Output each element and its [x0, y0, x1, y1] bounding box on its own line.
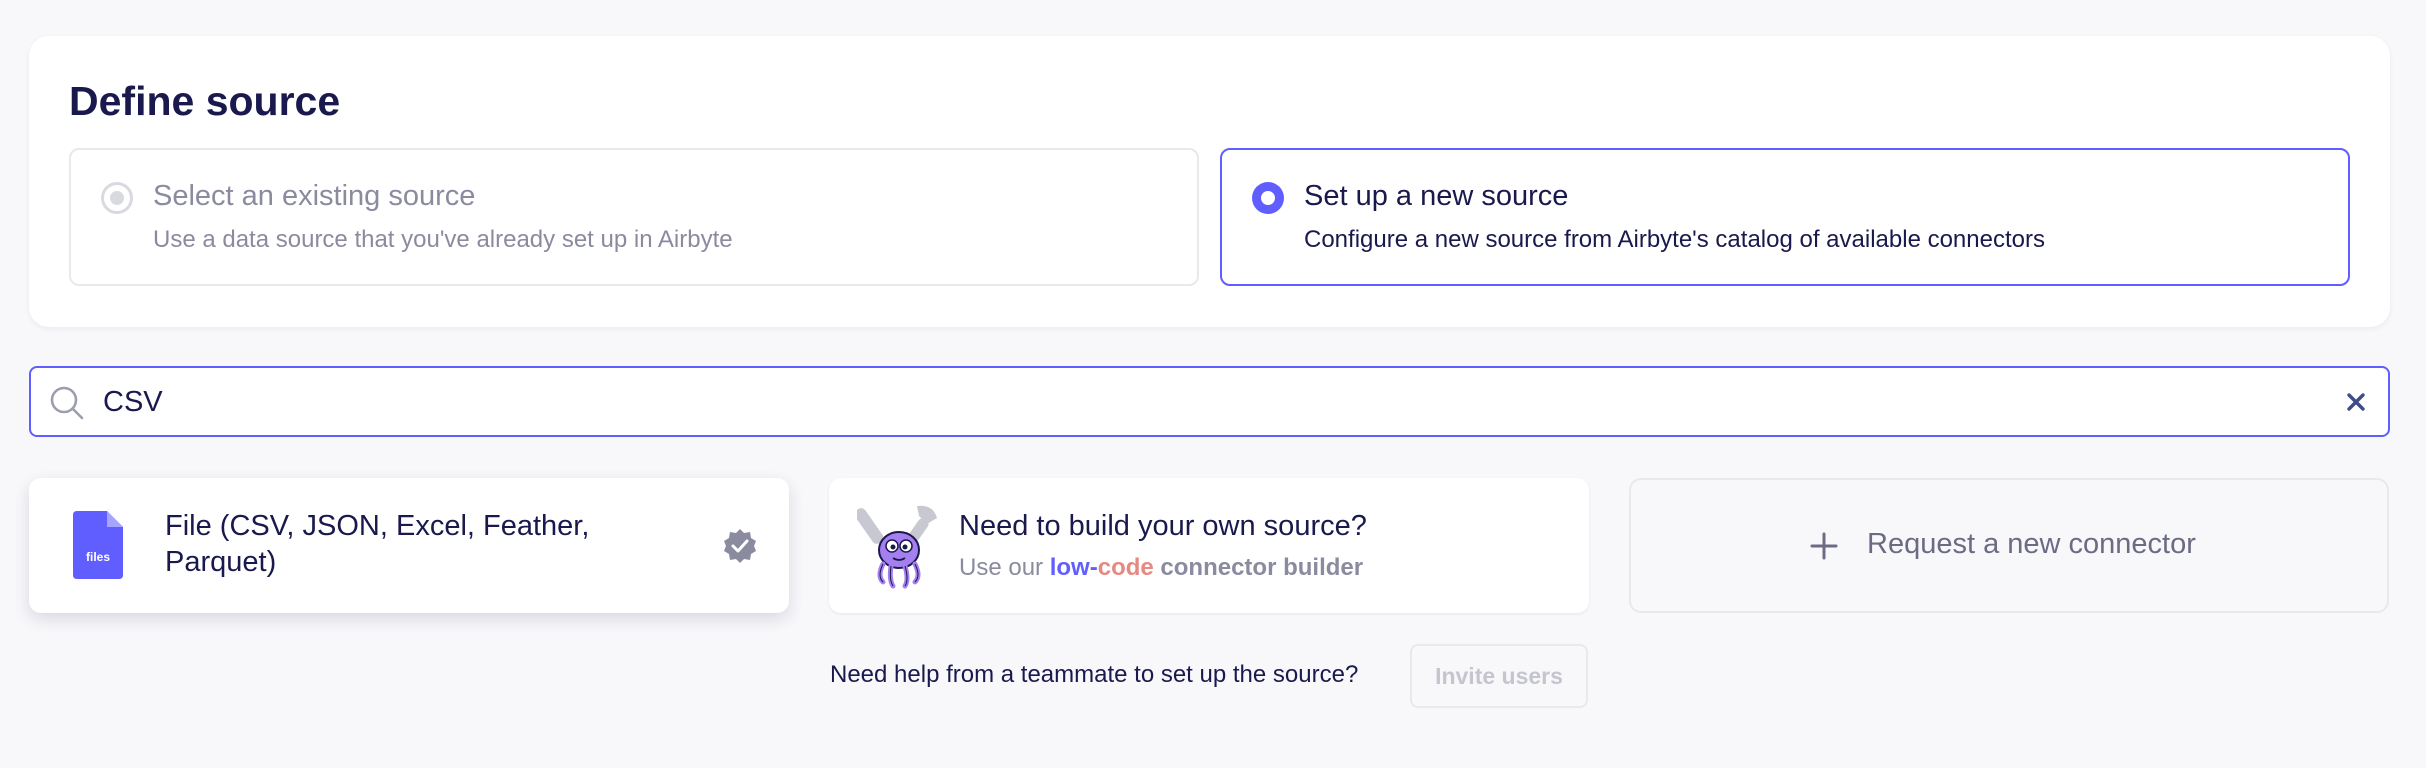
invite-users-button[interactable]: Invite users — [1410, 644, 1588, 708]
low-text: low- — [1049, 554, 1098, 581]
select-existing-source-option[interactable]: Select an existing source Use a data sou… — [69, 148, 1199, 286]
search-icon — [50, 386, 84, 420]
octavia-wrench-icon — [857, 505, 937, 589]
define-source-card: Define source Select an existing source … — [29, 36, 2390, 327]
certified-check-icon — [724, 529, 756, 563]
code-text: code — [1097, 554, 1154, 581]
plus-icon — [1810, 532, 1838, 560]
option-description: Use a data source that you've already se… — [153, 226, 733, 253]
option-title: Select an existing source — [153, 180, 476, 212]
builder-subtitle-prefix: Use our — [959, 554, 1044, 581]
help-text: Need help from a teammate to set up the … — [830, 661, 1359, 688]
set-up-new-source-option[interactable]: Set up a new source Configure a new sour… — [1220, 148, 2350, 286]
request-connector-label: Request a new connector — [1867, 528, 2196, 560]
close-icon[interactable] — [2342, 388, 2370, 416]
connector-builder-text: connector builder — [1160, 554, 1364, 581]
radio-unselected-icon[interactable] — [101, 182, 133, 214]
connector-name: File (CSV, JSON, Excel, Feather, Parquet… — [165, 510, 590, 578]
page-title: Define source — [69, 78, 341, 124]
file-icon: files — [73, 511, 123, 579]
request-connector-card[interactable]: Request a new connector — [1629, 478, 2389, 613]
file-connector-card[interactable]: files File (CSV, JSON, Excel, Feather, P… — [29, 478, 789, 613]
builder-subtitle: Use our low-code connector builder — [959, 554, 1363, 582]
file-icon-label: files — [86, 550, 110, 564]
connector-builder-card[interactable]: Need to build your own source? Use our l… — [829, 478, 1589, 613]
connector-search-bar[interactable] — [29, 366, 2390, 437]
search-input[interactable] — [103, 376, 2303, 428]
radio-selected-icon[interactable] — [1252, 182, 1284, 214]
builder-link[interactable]: low-code connector builder — [1050, 554, 1363, 581]
builder-title: Need to build your own source? — [959, 510, 1367, 542]
option-title: Set up a new source — [1304, 180, 1569, 212]
option-description: Configure a new source from Airbyte's ca… — [1304, 226, 2045, 253]
